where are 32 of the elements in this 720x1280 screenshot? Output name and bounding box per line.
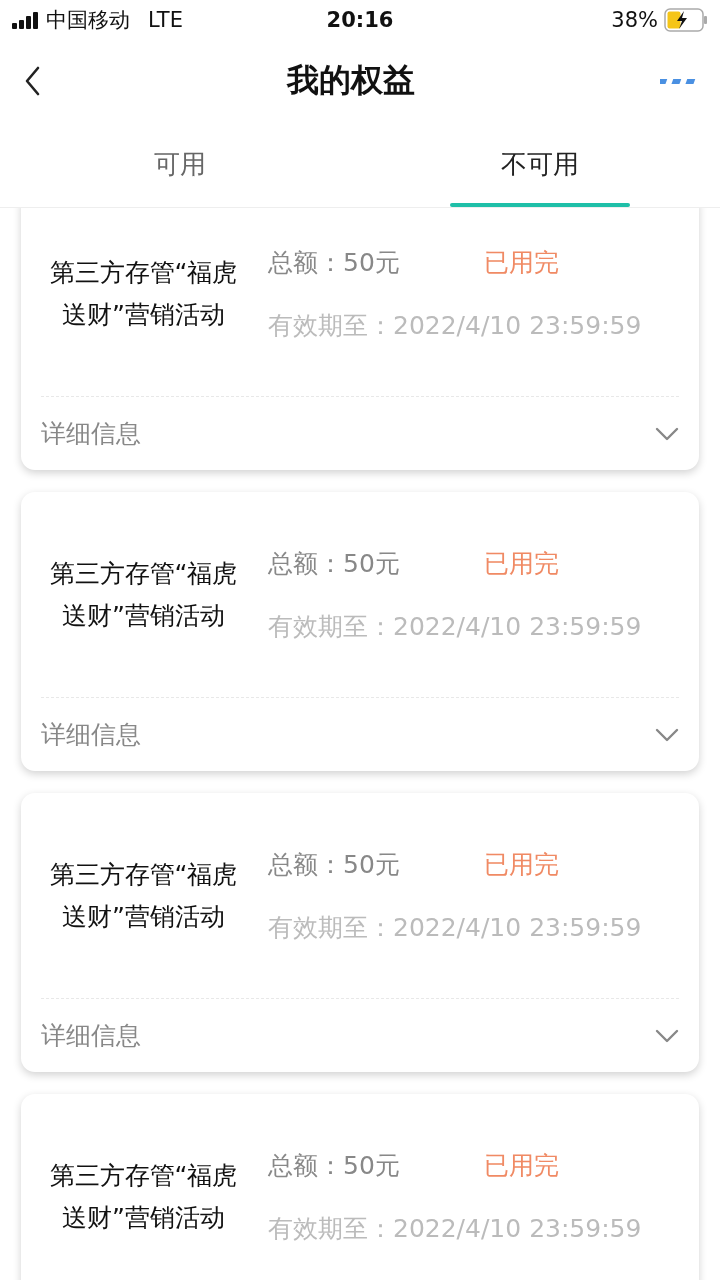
more-icon[interactable] bbox=[660, 77, 696, 85]
amount-text: 总额：50元 bbox=[268, 848, 401, 881]
chevron-down-icon[interactable] bbox=[655, 1028, 679, 1043]
details-label[interactable]: 详细信息 bbox=[41, 417, 141, 450]
usage-status: 已用完 bbox=[484, 246, 559, 279]
benefit-title: 第三方存管“福虎送财”营销活动 bbox=[48, 557, 239, 632]
clock-time: 20:16 bbox=[326, 8, 394, 32]
tab[interactable]: 可用 bbox=[0, 122, 360, 207]
battery-percentage: 38% bbox=[611, 8, 658, 32]
amount-text: 总额：50元 bbox=[268, 547, 401, 580]
page-title: 我的权益 bbox=[287, 60, 415, 101]
tab[interactable]: 不可用 bbox=[360, 122, 720, 207]
usage-status: 已用完 bbox=[484, 1149, 559, 1182]
network-type: LTE bbox=[148, 8, 183, 32]
usage-status: 已用完 bbox=[484, 848, 559, 881]
expiry-text: 有效期至：2022/4/10 23:59:59 bbox=[268, 610, 642, 643]
details-label[interactable]: 详细信息 bbox=[41, 1019, 141, 1052]
chevron-down-icon[interactable] bbox=[655, 727, 679, 742]
benefit-title: 第三方存管“福虎送财”营销活动 bbox=[48, 1159, 239, 1234]
amount-text: 总额：50元 bbox=[268, 1149, 401, 1182]
chevron-down-icon[interactable] bbox=[655, 426, 679, 441]
expiry-text: 有效期至：2022/4/10 23:59:59 bbox=[268, 1212, 642, 1245]
signal-icon bbox=[12, 11, 38, 29]
expiry-text: 有效期至：2022/4/10 23:59:59 bbox=[268, 911, 642, 944]
back-icon[interactable] bbox=[24, 66, 42, 96]
benefit-title: 第三方存管“福虎送财”营销活动 bbox=[48, 256, 239, 331]
carrier-name: 中国移动 bbox=[46, 7, 130, 34]
expiry-text: 有效期至：2022/4/10 23:59:59 bbox=[268, 309, 642, 342]
usage-status: 已用完 bbox=[484, 547, 559, 580]
benefit-title: 第三方存管“福虎送财”营销活动 bbox=[48, 858, 239, 933]
details-label[interactable]: 详细信息 bbox=[41, 718, 141, 751]
amount-text: 总额：50元 bbox=[268, 246, 401, 279]
